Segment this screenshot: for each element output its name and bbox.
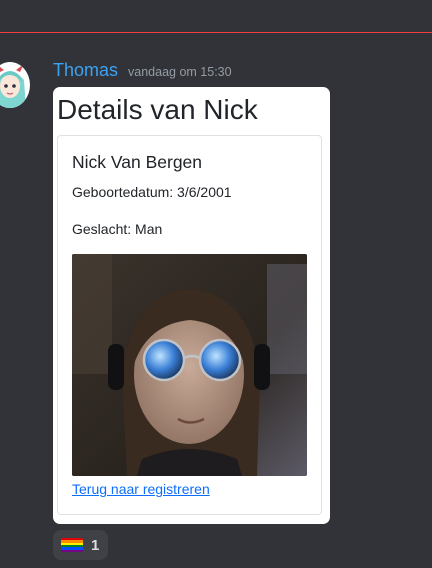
avatar[interactable] bbox=[0, 62, 30, 108]
reaction-count: 1 bbox=[91, 536, 100, 554]
username[interactable]: Thomas bbox=[53, 60, 118, 81]
profile-photo bbox=[72, 254, 307, 476]
rainbow-flag-icon bbox=[61, 538, 83, 552]
back-to-register-link[interactable]: Terug naar registreren bbox=[72, 481, 210, 497]
gender-text: Geslacht: Man bbox=[72, 221, 163, 237]
flag-stripe bbox=[61, 549, 83, 552]
page-title: Details van Nick bbox=[57, 94, 258, 125]
reaction-button[interactable]: 1 bbox=[53, 530, 108, 560]
person-name: Nick Van Bergen bbox=[72, 152, 203, 172]
timestamp: vandaag om 15:30 bbox=[128, 65, 232, 79]
birthdate-text: Geboortedatum: 3/6/2001 bbox=[72, 184, 232, 200]
new-messages-divider bbox=[0, 32, 432, 33]
chat-panel: Thomas vandaag om 15:30 Details van Nick… bbox=[0, 0, 432, 568]
message-header: Thomas vandaag om 15:30 bbox=[53, 60, 232, 81]
embed-card: Details van Nick Nick Van Bergen Geboort… bbox=[53, 87, 330, 524]
person-card: Nick Van Bergen Geboortedatum: 3/6/2001 … bbox=[57, 135, 322, 515]
